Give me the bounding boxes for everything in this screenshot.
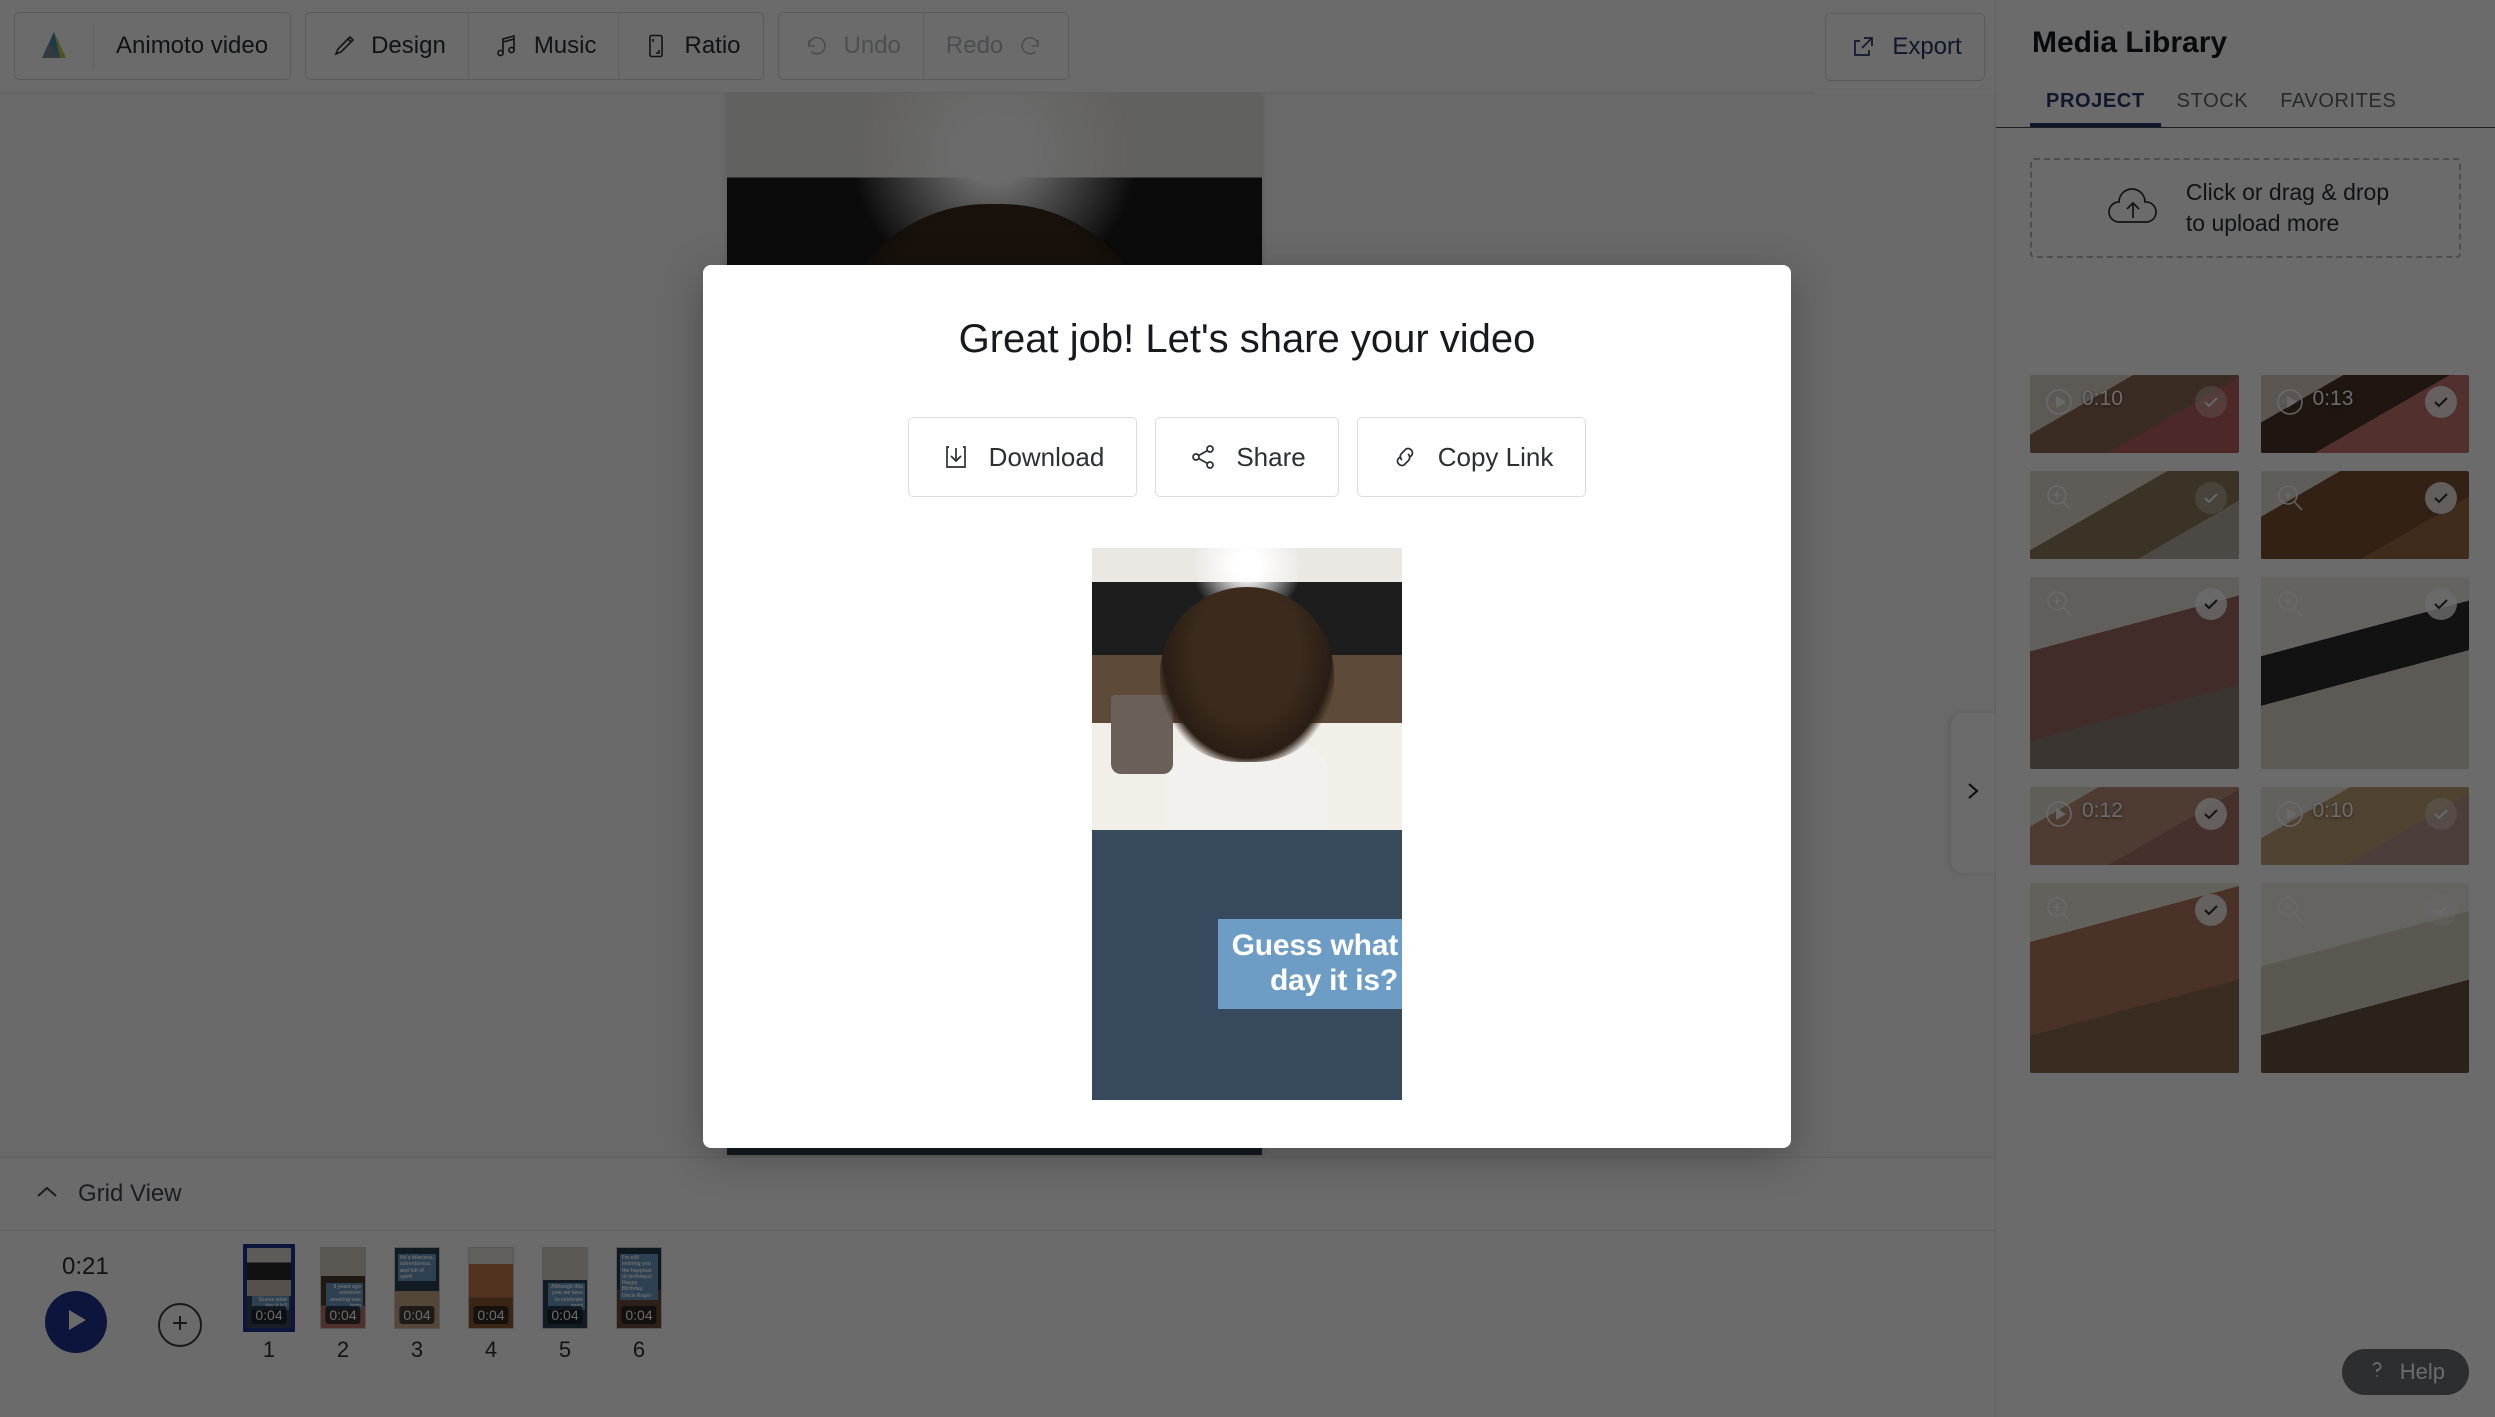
close-icon — [1115, 291, 1145, 326]
preview-photo-detail — [1166, 734, 1328, 830]
preview-photo — [1092, 548, 1402, 830]
share-button[interactable]: Share — [1155, 417, 1339, 497]
modal-title: Great job! Let's share your video — [958, 317, 1536, 361]
share-label: Share — [1236, 441, 1306, 472]
download-icon — [941, 442, 971, 472]
copy-link-label: Copy Link — [1437, 441, 1554, 472]
preview-caption-line1: Guess what — [1231, 929, 1399, 962]
video-preview[interactable]: Guess what day it is? — [1092, 548, 1402, 1100]
modal-actions: Download Share Copy Link — [703, 417, 1791, 497]
preview-caption-line2: day it is? — [1269, 963, 1398, 997]
download-label: Download — [988, 441, 1105, 472]
share-video-modal: Great job! Let's share your video Downlo… — [703, 265, 1791, 1148]
preview-photo-mug — [1110, 694, 1173, 774]
download-button[interactable]: Download — [907, 417, 1138, 497]
share-icon — [1188, 442, 1218, 472]
animoto-editor: Animoto video Design — [0, 0, 2495, 1417]
close-modal-button[interactable] — [1108, 286, 1152, 330]
preview-caption: Guess what day it is? — [1217, 919, 1402, 1009]
link-icon — [1390, 442, 1420, 472]
copy-link-button[interactable]: Copy Link — [1356, 417, 1587, 497]
